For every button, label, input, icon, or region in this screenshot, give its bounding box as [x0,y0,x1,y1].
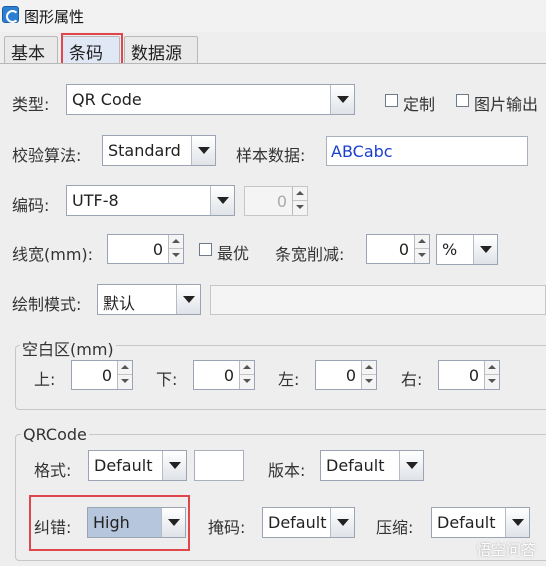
chevron-down-icon[interactable] [210,186,234,215]
quiet-top-spinner[interactable]: 0 [71,360,133,390]
quiet-bottom-spinner[interactable]: 0 [193,360,255,390]
bar-reduction-label: 条宽削减: [275,245,345,264]
sample-data-label: 样本数据: [236,146,306,165]
line-width-spinner[interactable]: 0 [107,234,184,264]
encoding-spinner: 0 [244,186,308,216]
error-correction-label: 纠错: [34,518,72,537]
format-text-field[interactable] [194,450,244,481]
watermark: 悟空问答 [475,541,536,559]
spin-up-icon[interactable] [169,235,183,249]
encoding-select[interactable]: UTF-8 [66,185,235,216]
app-icon [2,6,19,23]
tab-basic[interactable]: 基本 [4,36,58,64]
type-label: 类型: [12,95,50,114]
spin-down-icon[interactable] [415,249,429,263]
quiet-top-label: 上: [34,370,56,389]
draw-mode-value: 默认 [103,294,136,313]
tab-datasource[interactable]: 数据源 [124,36,198,64]
chevron-down-icon[interactable] [161,508,185,537]
quiet-left-label: 左: [278,370,300,389]
chevron-down-icon[interactable] [330,85,354,114]
compress-label: 压缩: [376,518,414,537]
bar-reduction-spinner[interactable]: 0 [366,234,430,264]
spin-down-icon[interactable] [485,375,499,389]
custom-label: 定制 [403,95,436,114]
quiet-right-spinner[interactable]: 0 [438,360,500,390]
spin-up-icon[interactable] [415,235,429,249]
chevron-down-icon[interactable] [399,451,423,480]
spin-down-icon[interactable] [169,249,183,263]
draw-mode-select[interactable]: 默认 [97,284,201,315]
version-label: 版本: [268,461,306,480]
draw-mode-field [210,285,546,315]
chevron-down-icon[interactable] [176,285,200,314]
mask-label: 掩码: [208,518,246,537]
window-title: 图形属性 [24,8,85,26]
quiet-left-spinner[interactable]: 0 [315,360,377,390]
error-correction-value: High [93,513,130,532]
format-value: Default [94,456,153,475]
version-select[interactable]: Default [320,450,424,481]
mask-select[interactable]: Default [262,507,355,538]
line-width-label: 线宽(mm): [12,245,94,264]
bar-reduction-value: 0 [398,240,409,259]
unit-value: % [442,240,458,259]
quiet-bottom-label: 下: [156,370,178,389]
quiet-top-value: 0 [101,366,112,385]
line-width-value: 0 [152,240,163,259]
chevron-down-icon[interactable] [330,508,354,537]
chevron-down-icon[interactable] [505,508,529,537]
spin-up-icon[interactable] [362,361,376,375]
optimal-checkbox[interactable] [199,243,212,256]
chevron-down-icon[interactable] [191,136,215,165]
compress-value: Default [437,513,496,532]
encoding-spinner-value: 0 [276,192,287,211]
chevron-down-icon[interactable] [473,235,497,264]
type-select[interactable]: QR Code [66,84,355,115]
tab-highlight-box [61,33,123,67]
encoding-label: 编码: [12,196,50,215]
spin-up-icon[interactable] [485,361,499,375]
format-select[interactable]: Default [88,450,187,481]
encoding-value: UTF-8 [72,191,119,210]
custom-checkbox[interactable] [385,94,398,107]
unit-select[interactable]: % [436,234,498,265]
quiet-bottom-value: 0 [223,366,234,385]
version-value: Default [326,456,385,475]
image-output-label: 图片输出 [474,95,539,114]
check-algorithm-label: 校验算法: [12,146,82,165]
sample-data-field[interactable]: ABCabc [326,136,528,166]
sample-data-value: ABCabc [331,142,393,161]
quiet-right-value: 0 [468,366,479,385]
spin-up-icon[interactable] [240,361,254,375]
mask-value: Default [268,513,327,532]
check-algorithm-value: Standard [108,141,181,160]
spin-down-icon[interactable] [240,375,254,389]
optimal-label: 最优 [217,244,250,263]
compress-select[interactable]: Default [431,507,530,538]
spin-down-icon[interactable] [362,375,376,389]
image-output-checkbox[interactable] [456,94,469,107]
quiet-right-label: 右: [401,370,423,389]
format-label: 格式: [34,461,72,480]
spin-down-icon[interactable] [118,375,132,389]
check-algorithm-select[interactable]: Standard [102,135,216,166]
error-correction-select[interactable]: High [87,507,186,538]
quiet-zone-legend: 空白区(mm) [20,336,116,360]
chevron-down-icon[interactable] [162,451,186,480]
spin-up-icon[interactable] [118,361,132,375]
quiet-left-value: 0 [345,366,356,385]
draw-mode-label: 绘制模式: [12,295,82,314]
qrcode-legend: QRCode [21,425,89,444]
type-value: QR Code [72,90,142,109]
